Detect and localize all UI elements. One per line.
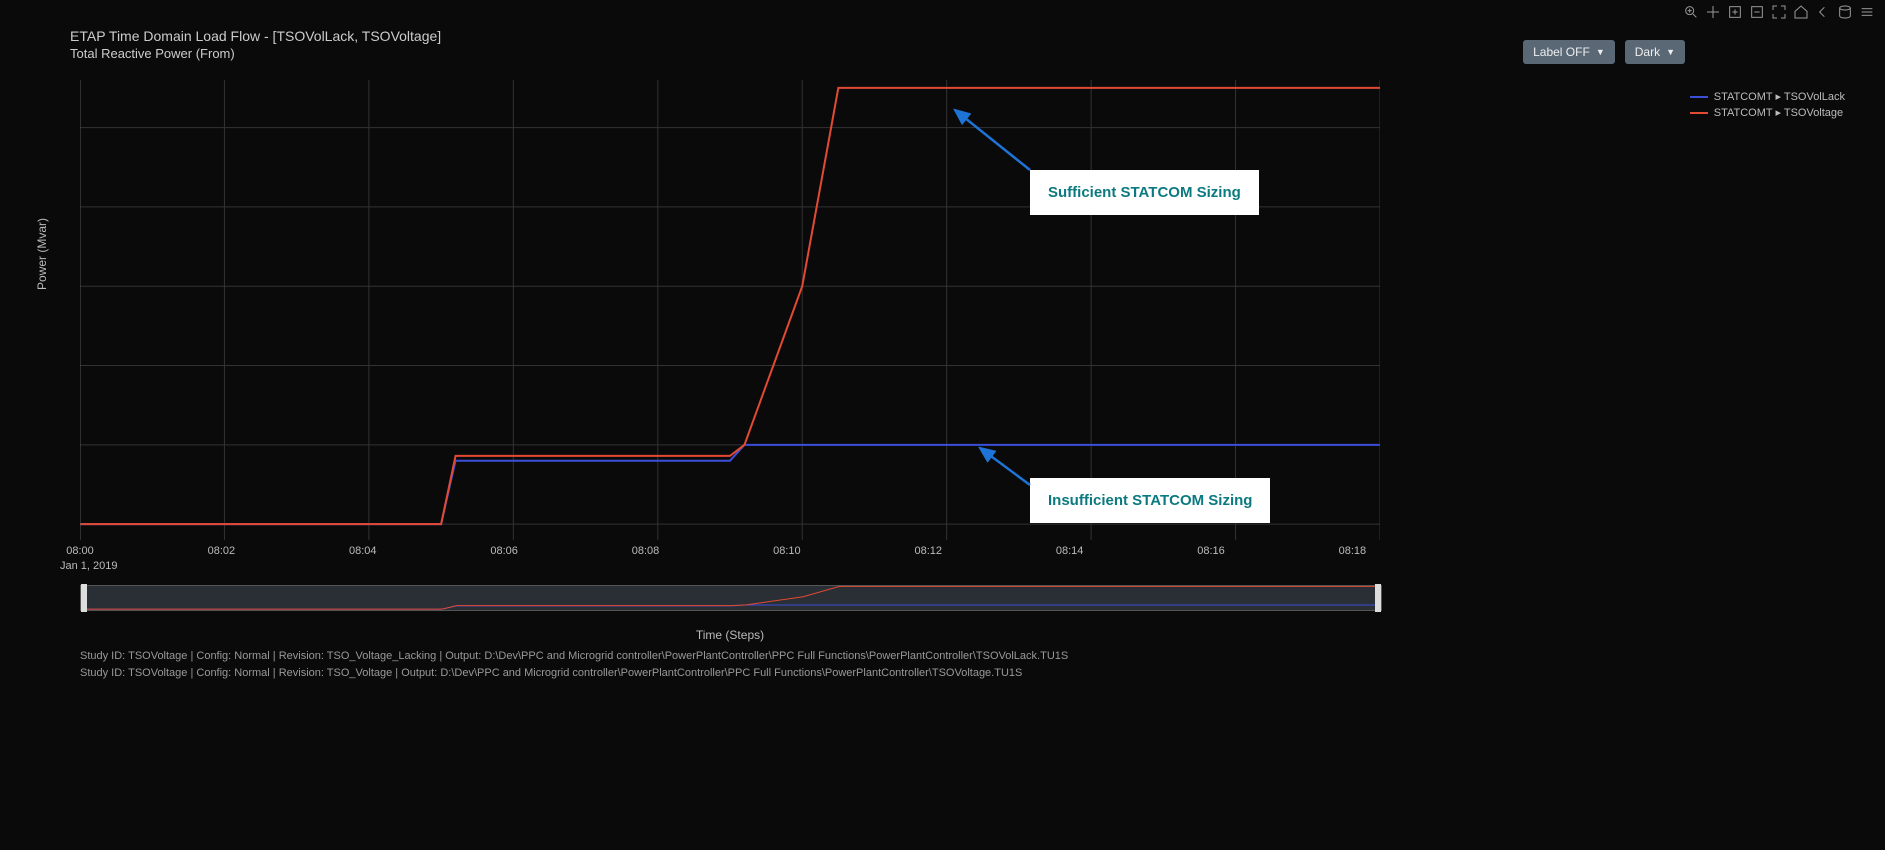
range-handle-left[interactable] bbox=[81, 584, 87, 612]
x-axis-label: Time (Steps) bbox=[0, 628, 1460, 642]
chart-toolbar bbox=[1683, 4, 1875, 20]
x-tick-label: 08:00 bbox=[66, 545, 94, 557]
label-toggle-button[interactable]: Label OFF ▼ bbox=[1523, 40, 1615, 64]
settings-icon[interactable] bbox=[1859, 4, 1875, 20]
x-tick-label: 08:12 bbox=[914, 545, 942, 557]
theme-toggle-button[interactable]: Dark ▼ bbox=[1625, 40, 1685, 64]
data-icon[interactable] bbox=[1837, 4, 1853, 20]
pan-icon[interactable] bbox=[1705, 4, 1721, 20]
footer-metadata: Study ID: TSOVoltage | Config: Normal | … bbox=[80, 648, 1068, 681]
chart-title: ETAP Time Domain Load Flow - [TSOVolLack… bbox=[70, 28, 441, 44]
label-toggle-text: Label OFF bbox=[1533, 45, 1590, 59]
zoom-in-icon[interactable] bbox=[1683, 4, 1699, 20]
legend: STATCOMT ▸ TSOVolLack STATCOMT ▸ TSOVolt… bbox=[1690, 90, 1845, 122]
annotation-insufficient: Insufficient STATCOM Sizing bbox=[1030, 478, 1270, 523]
legend-swatch bbox=[1690, 112, 1708, 114]
chart-title-block: ETAP Time Domain Load Flow - [TSOVolLack… bbox=[70, 28, 441, 61]
range-slider-preview bbox=[81, 586, 1381, 610]
home-icon[interactable] bbox=[1793, 4, 1809, 20]
legend-label: STATCOMT ▸ TSOVolLack bbox=[1714, 90, 1845, 103]
plot-svg: 0510152025 bbox=[80, 80, 1380, 540]
legend-item[interactable]: STATCOMT ▸ TSOVoltage bbox=[1690, 106, 1845, 119]
date-label: Jan 1, 2019 bbox=[60, 560, 118, 572]
chart-option-buttons: Label OFF ▼ Dark ▼ bbox=[1523, 40, 1685, 64]
x-axis-ticks: 08:0008:0208:0408:0608:0808:1008:1208:14… bbox=[80, 545, 1380, 557]
y-axis-label: Power (Mvar) bbox=[35, 218, 49, 290]
x-tick-label: 08:10 bbox=[773, 545, 801, 557]
time-range-slider[interactable] bbox=[80, 585, 1382, 611]
legend-item[interactable]: STATCOMT ▸ TSOVolLack bbox=[1690, 90, 1845, 103]
x-tick-label: 08:14 bbox=[1056, 545, 1084, 557]
x-tick-label: 08:18 bbox=[1339, 545, 1367, 557]
zoom-select-plus-icon[interactable] bbox=[1727, 4, 1743, 20]
x-tick-label: 08:08 bbox=[632, 545, 660, 557]
legend-label: STATCOMT ▸ TSOVoltage bbox=[1714, 106, 1843, 119]
annotation-sufficient: Sufficient STATCOM Sizing bbox=[1030, 170, 1259, 215]
plot-area[interactable]: 0510152025 bbox=[80, 80, 1380, 540]
footer-line: Study ID: TSOVoltage | Config: Normal | … bbox=[80, 648, 1068, 665]
x-tick-label: 08:02 bbox=[208, 545, 236, 557]
legend-swatch bbox=[1690, 96, 1708, 98]
chart-subtitle: Total Reactive Power (From) bbox=[70, 46, 441, 61]
prev-icon[interactable] bbox=[1815, 4, 1831, 20]
footer-line: Study ID: TSOVoltage | Config: Normal | … bbox=[80, 665, 1068, 682]
fullscreen-icon[interactable] bbox=[1771, 4, 1787, 20]
dropdown-triangle-icon: ▼ bbox=[1596, 47, 1605, 57]
x-tick-label: 08:16 bbox=[1197, 545, 1225, 557]
theme-toggle-text: Dark bbox=[1635, 45, 1660, 59]
x-tick-label: 08:06 bbox=[490, 545, 518, 557]
x-tick-label: 08:04 bbox=[349, 545, 377, 557]
range-handle-right[interactable] bbox=[1375, 584, 1381, 612]
dropdown-triangle-icon: ▼ bbox=[1666, 47, 1675, 57]
zoom-select-minus-icon[interactable] bbox=[1749, 4, 1765, 20]
